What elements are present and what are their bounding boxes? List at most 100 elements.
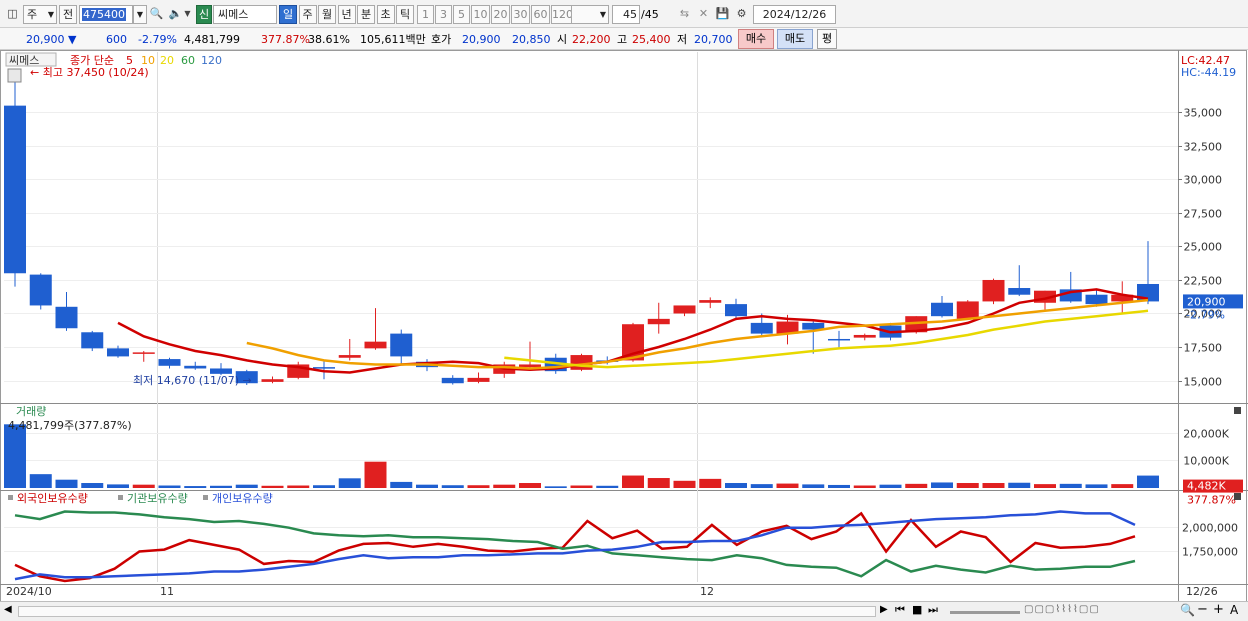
date-input[interactable]: 2024/12/26	[753, 5, 836, 24]
stock-chart[interactable]: 15,00017,50020,00022,50025,00027,50030,0…	[0, 50, 1248, 602]
interval-tab[interactable]: 5	[453, 5, 470, 24]
volume-bar	[441, 485, 464, 488]
crosshair-icon[interactable]: ✕	[695, 5, 712, 24]
volume-bar	[1034, 484, 1056, 488]
volume-bar	[828, 484, 850, 488]
volume-bar	[390, 481, 413, 488]
main-toolbar: ◫ 주 ▼ 전 475400 ▼ 🔍 🔈 ▼ 신 씨메스 일주월년분초틱 1351…	[0, 0, 1248, 28]
volume-bar	[647, 478, 670, 488]
volume-bar	[55, 479, 78, 488]
period-tab[interactable]: 일	[279, 5, 297, 24]
volume-bar	[364, 461, 387, 488]
interval-tab[interactable]: 30	[511, 5, 530, 24]
chart-scroll-toolbar: ◀ ▶ ⏮ ■ ⏭ ▢▢▢⌇⌇⌇⌇▢▢ 🔍 − + A	[0, 601, 1248, 621]
candle-body	[1137, 283, 1159, 302]
volume-bar	[493, 484, 516, 488]
volume-bar	[570, 485, 593, 488]
candle-body	[931, 302, 953, 317]
high-price: 25,400	[632, 33, 671, 46]
price-tick-label: 30,000	[1184, 174, 1223, 187]
save-icon[interactable]: 💾	[714, 5, 731, 24]
candle-body	[853, 334, 876, 338]
volume-bar	[673, 480, 696, 488]
period-tab[interactable]: 월	[318, 5, 336, 24]
interval-tab[interactable]: 3	[435, 5, 452, 24]
volume-bar	[1085, 484, 1108, 488]
period-tab[interactable]: 틱	[396, 5, 414, 24]
last-page-icon[interactable]: ⏭	[928, 603, 938, 617]
candle-body	[107, 348, 129, 357]
interval-tab[interactable]: 20	[491, 5, 510, 24]
stop-icon[interactable]: ■	[912, 603, 922, 616]
holding-legend-item: 개인보유수량	[212, 492, 273, 505]
interval-tab[interactable]: 120	[551, 5, 573, 24]
candle-body	[647, 318, 670, 325]
zoom-out-icon[interactable]: −	[1197, 602, 1208, 617]
volume-bar	[544, 486, 567, 488]
volume-bar	[107, 484, 129, 488]
interval-custom-select[interactable]: ▼	[571, 5, 609, 24]
interval-tab[interactable]: 10	[471, 5, 490, 24]
chevron-down-icon: ▼	[47, 10, 54, 19]
quote-bar: 20,900 ▼ 600 -2.79% 4,481,799 377.87% 38…	[0, 28, 1248, 50]
prev-button[interactable]: 전	[59, 5, 77, 24]
legend-marker	[118, 495, 123, 500]
high-label: 고	[617, 33, 628, 46]
volume-tick-label: 10,000K	[1183, 455, 1229, 468]
candle-body	[29, 274, 52, 306]
panel-close-icon	[1234, 407, 1241, 414]
chart-area[interactable]: 15,000 17,500 20,000 22,500 25,000 27,500 30,0…	[0, 50, 1248, 602]
interval-tab[interactable]: 60	[531, 5, 550, 24]
eval-button[interactable]: 평	[817, 29, 837, 49]
x-axis-label: 12/26	[1186, 585, 1218, 598]
candle-body	[699, 300, 722, 303]
current-price-value: 20,900	[26, 33, 65, 46]
bar-count-input[interactable]: 45	[612, 5, 640, 24]
price-tick-label: 22,500	[1184, 275, 1223, 288]
period-tab[interactable]: 주	[298, 5, 317, 24]
ma-legend-item: 120	[201, 54, 222, 67]
zoom-in-icon[interactable]: +	[1213, 602, 1224, 617]
candle-body	[673, 305, 696, 314]
price-tick-label: 32,500	[1184, 141, 1223, 154]
buy-button[interactable]: 매수	[738, 29, 774, 49]
zoom-search-icon[interactable]: 🔍	[1180, 603, 1195, 617]
chevron-down-icon: ▼	[599, 10, 606, 19]
volume-bar	[879, 484, 902, 488]
volume-bar	[905, 483, 928, 488]
x-axis-label: 11	[160, 585, 174, 598]
stock-code-input[interactable]: 475400	[79, 5, 133, 24]
first-page-icon[interactable]: ⏮	[895, 603, 905, 617]
horizontal-scrollbar[interactable]	[18, 606, 876, 617]
layout-icon[interactable]: ◫	[4, 5, 21, 24]
gear-icon[interactable]: ⚙	[733, 5, 750, 24]
search-icon[interactable]: 🔍	[148, 5, 165, 24]
chevron-down-icon[interactable]: ▼	[182, 5, 193, 24]
code-dropdown-icon[interactable]: ▼	[133, 5, 147, 24]
period-tab[interactable]: 초	[376, 5, 395, 24]
volume-bar	[1008, 482, 1031, 488]
scroll-left-icon[interactable]: ◀	[4, 604, 12, 615]
zoom-slider[interactable]	[950, 611, 1020, 614]
sell-button[interactable]: 매도	[777, 29, 813, 49]
candle-body	[1085, 294, 1108, 305]
volume-bar	[467, 485, 490, 488]
drawing-tools-icons[interactable]: ▢▢▢⌇⌇⌇⌇▢▢	[1024, 604, 1100, 615]
font-size-icon[interactable]: A	[1230, 603, 1238, 617]
low-label: 저	[677, 33, 688, 46]
period-tab[interactable]: 년	[337, 5, 356, 24]
stock-name-field[interactable]: 씨메스	[213, 5, 277, 24]
compare-icon[interactable]: ⇆	[676, 5, 693, 24]
candle-body	[261, 379, 284, 382]
candle-body	[158, 359, 181, 366]
scroll-right-icon[interactable]: ▶	[880, 604, 888, 615]
candle-body	[132, 352, 155, 354]
candle-body	[982, 279, 1005, 302]
holding-legend-item: 외국인보유수량	[17, 492, 88, 505]
open-label: 시	[557, 33, 568, 46]
candle-body	[313, 367, 335, 369]
period-tab[interactable]: 분	[357, 5, 375, 24]
interval-tab[interactable]: 1	[417, 5, 434, 24]
market-mode-select[interactable]: 주 ▼	[23, 5, 57, 24]
volume-bar	[158, 485, 181, 488]
